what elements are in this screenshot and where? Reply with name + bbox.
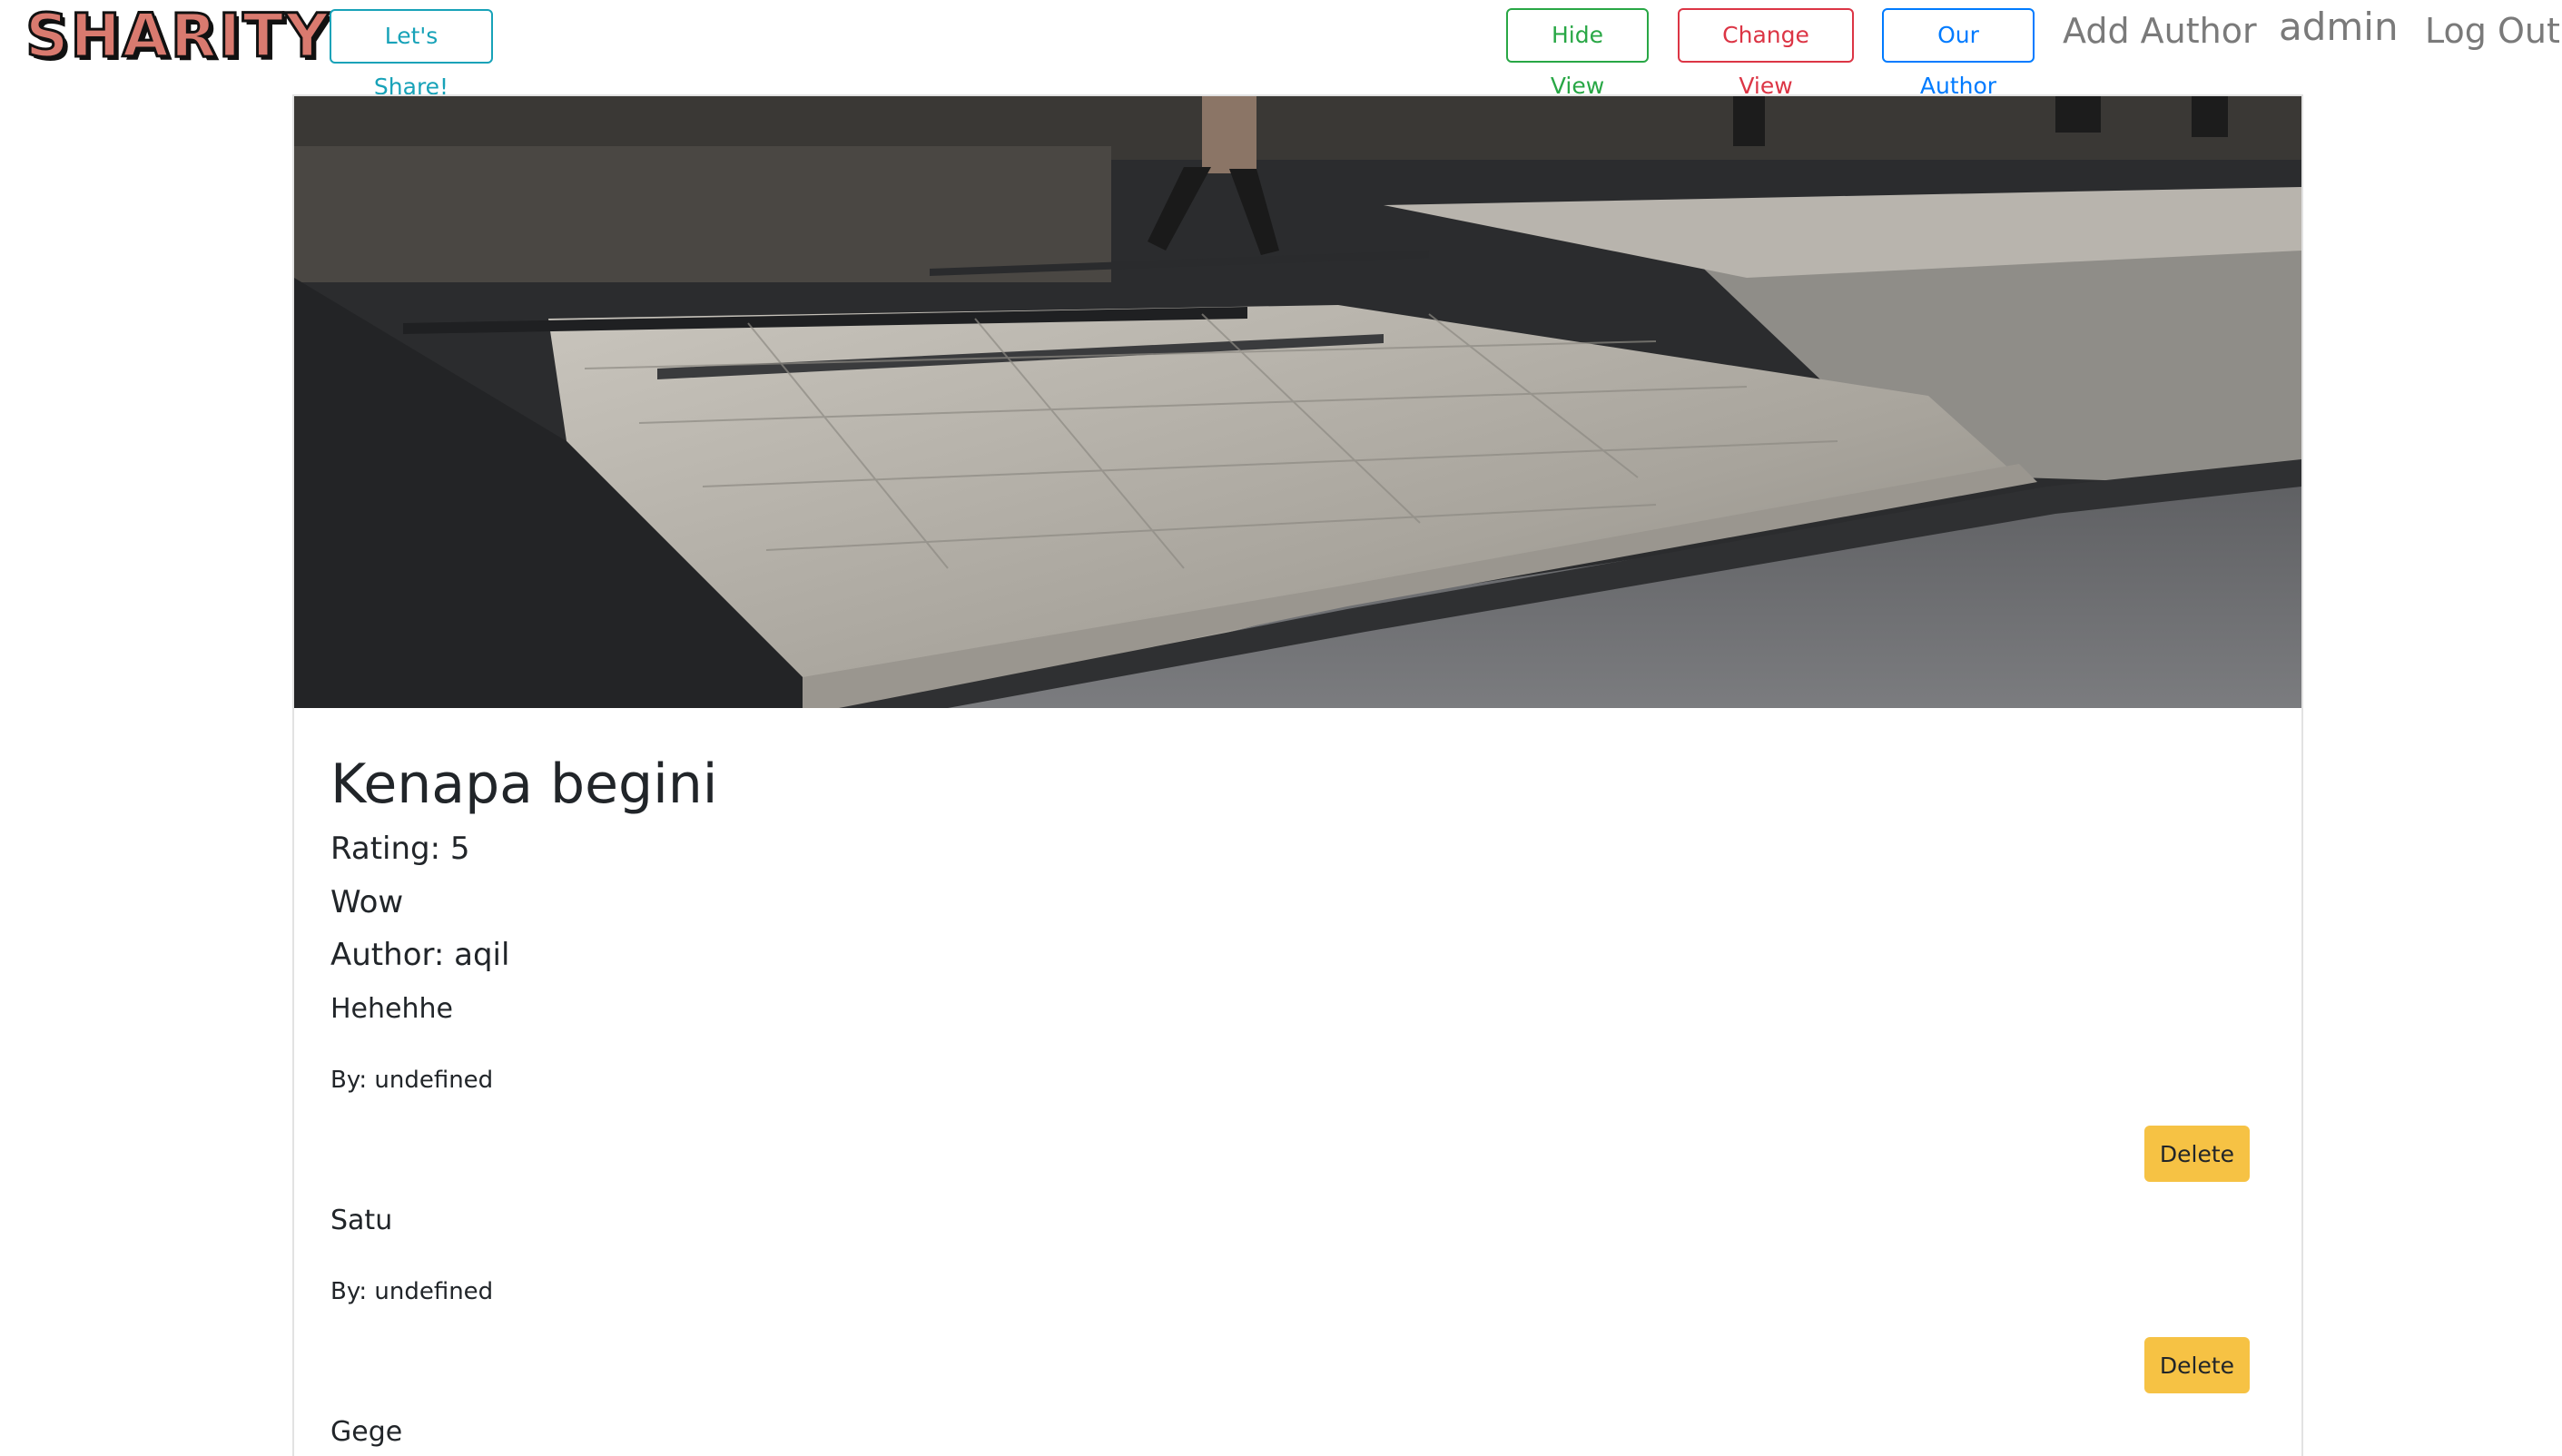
hide-view-button[interactable]: Hide View bbox=[1506, 8, 1649, 99]
post-title: Kenapa begini bbox=[330, 753, 718, 816]
delete-comment-button[interactable]: Delete bbox=[2144, 1337, 2250, 1393]
delete-comment-button[interactable]: Delete bbox=[2144, 1126, 2250, 1182]
comment-text: Gege bbox=[330, 1416, 403, 1448]
post-description: Wow bbox=[330, 884, 404, 920]
logout-link[interactable]: Log Out bbox=[2425, 5, 2560, 56]
comment-author: By: undefined bbox=[330, 1278, 494, 1305]
lets-share-button[interactable]: Let's Share! bbox=[330, 9, 493, 100]
post-author: Author: aqil bbox=[330, 937, 510, 973]
post-card: Kenapa begini Rating: 5 Wow Author: aqil… bbox=[292, 94, 2303, 1456]
comment-text: Satu bbox=[330, 1205, 393, 1236]
post-rating: Rating: 5 bbox=[330, 831, 470, 867]
comment-author: By: undefined bbox=[330, 1067, 494, 1094]
change-view-button[interactable]: Change View bbox=[1678, 8, 1854, 99]
user-link[interactable]: admin bbox=[2279, 2, 2399, 53]
add-author-link[interactable]: Add Author bbox=[2063, 5, 2257, 56]
navbar: SHARITY Let's Share! Hide View Change Vi… bbox=[0, 0, 2562, 100]
comment-text: Hehehhe bbox=[330, 993, 453, 1025]
brand-logo[interactable]: SHARITY bbox=[24, 0, 330, 73]
our-author-button[interactable]: Our Author bbox=[1882, 8, 2035, 99]
post-image bbox=[294, 96, 2301, 708]
